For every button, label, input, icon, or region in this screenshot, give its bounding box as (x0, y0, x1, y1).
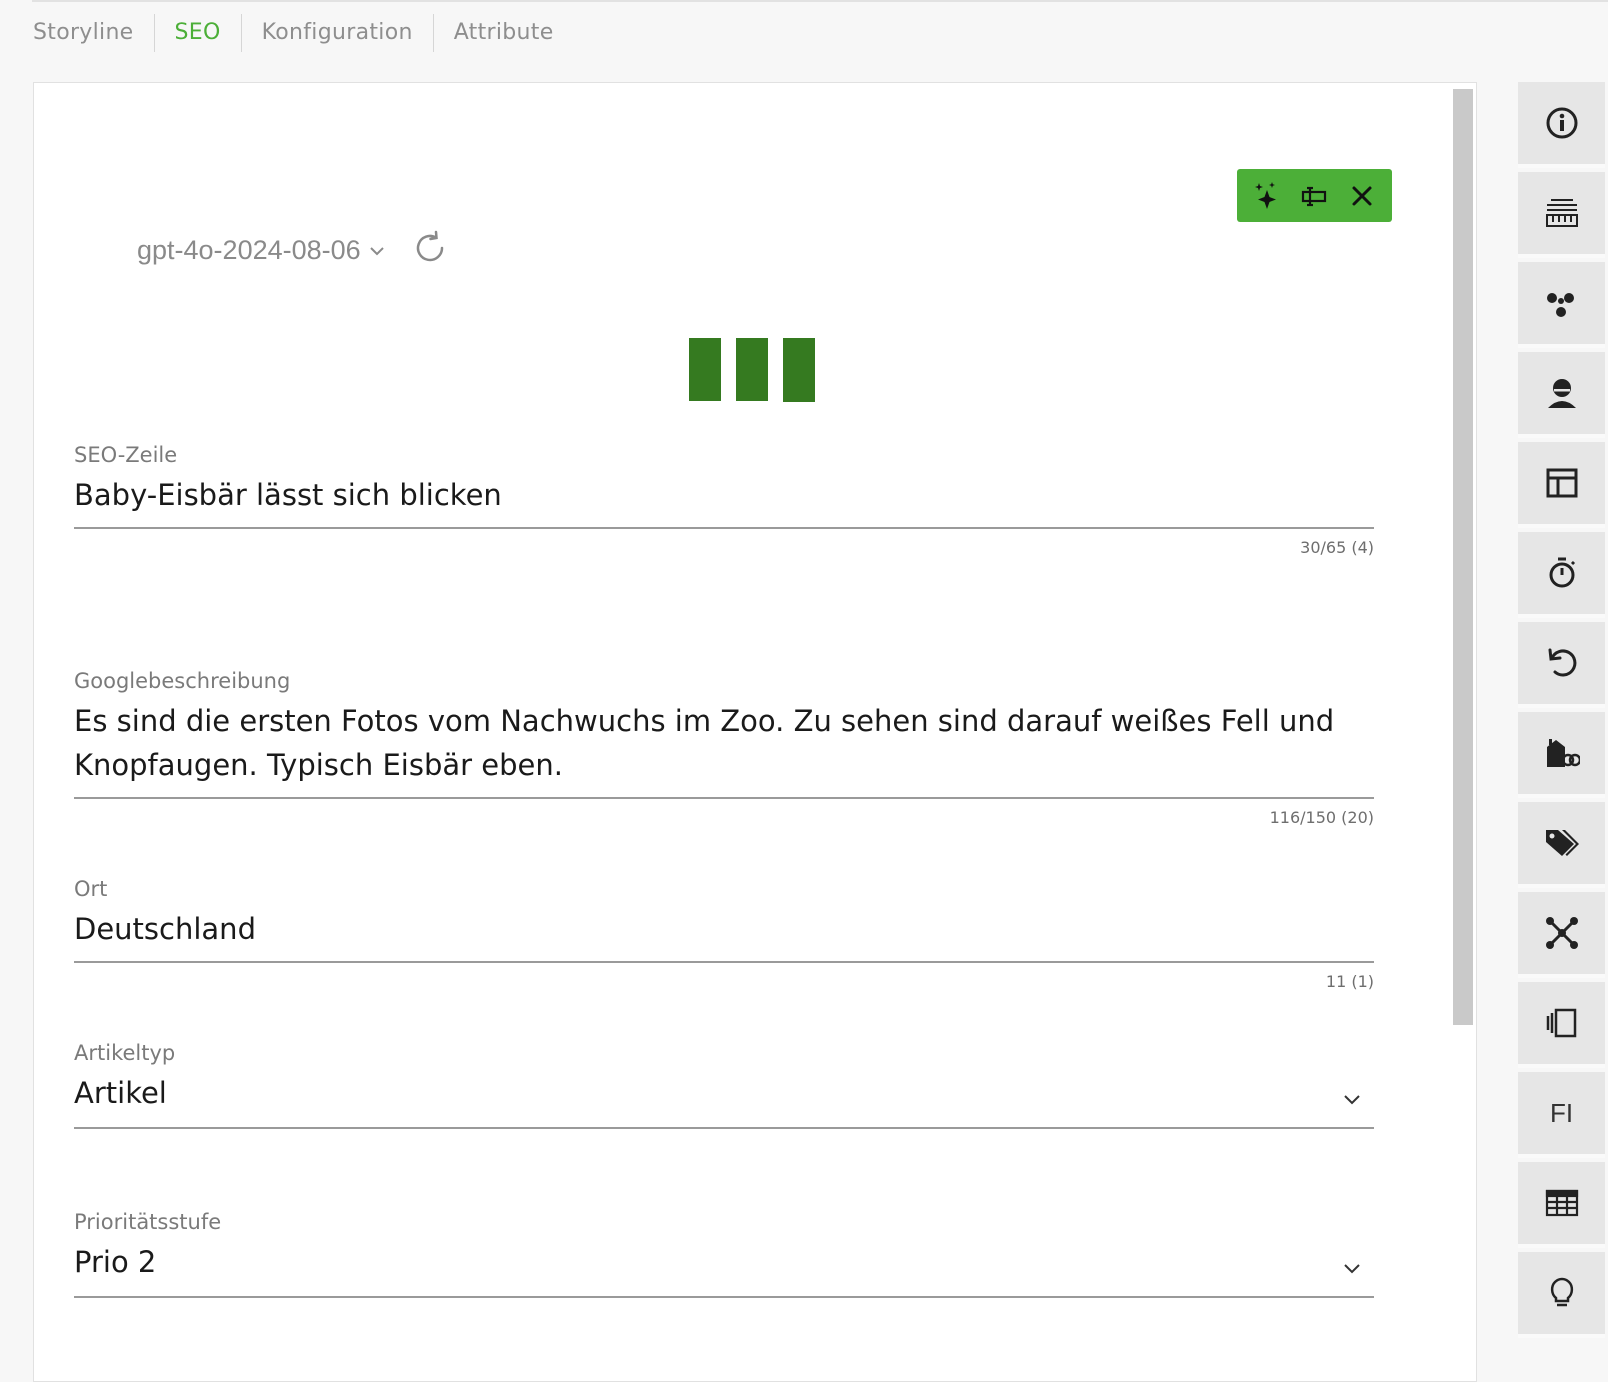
chevron-down-icon (1344, 1095, 1360, 1105)
info-icon (1546, 107, 1577, 139)
field-underline (74, 1127, 1374, 1129)
refresh-icon[interactable] (412, 230, 448, 266)
user-button[interactable] (1518, 352, 1605, 438)
article-type-select[interactable]: Artikeltyp Artikel (74, 1041, 1374, 1129)
article-type-value: Artikel (74, 1076, 167, 1110)
priority-value: Prio 2 (74, 1245, 157, 1279)
location-label: Ort (74, 877, 108, 901)
loader-bar (783, 338, 815, 402)
field-underline (74, 527, 1374, 529)
tab-seo[interactable]: SEO (155, 14, 241, 52)
tags-icon (1545, 830, 1579, 856)
keyboard-button[interactable] (1518, 172, 1605, 258)
table-icon (1545, 1189, 1578, 1217)
network-button[interactable] (1518, 892, 1605, 978)
close-icon[interactable] (1344, 178, 1380, 214)
location-counter: 11 (1) (1325, 972, 1374, 991)
model-select[interactable]: gpt-4o-2024-08-06 (137, 235, 385, 266)
keyboard-icon (1545, 199, 1578, 227)
seo-line-input[interactable]: Baby-Eisbär lässt sich blicken (74, 473, 1374, 517)
top-border (32, 0, 1608, 2)
bulb-button[interactable] (1518, 1252, 1605, 1338)
tab-konfiguration[interactable]: Konfiguration (242, 14, 433, 52)
network-icon (1545, 917, 1578, 949)
loader-bar (689, 338, 721, 401)
chevron-down-icon (369, 245, 385, 257)
pages-icon (1546, 1008, 1576, 1038)
google-description-field: Googlebeschreibung Es sind die ersten Fo… (74, 669, 1374, 827)
location-input[interactable]: Deutschland (74, 907, 1374, 951)
house-link-icon (1546, 739, 1580, 767)
loader-bar (736, 338, 768, 401)
undo-button[interactable] (1518, 622, 1605, 708)
fi-label: FI (1549, 1097, 1574, 1128)
ai-toolbar (1237, 169, 1392, 222)
tab-attribute[interactable]: Attribute (434, 14, 574, 52)
table-button[interactable] (1518, 1162, 1605, 1248)
loading-indicator (689, 338, 830, 402)
google-description-label: Googlebeschreibung (74, 669, 291, 693)
priority-label: Prioritätsstufe (74, 1210, 222, 1234)
house-link-button[interactable] (1518, 712, 1605, 798)
seo-line-field: SEO-Zeile Baby-Eisbär lässt sich blicken… (74, 443, 1374, 557)
chevron-down-icon (1344, 1264, 1360, 1274)
tab-storyline[interactable]: Storyline (33, 14, 154, 52)
info-button[interactable] (1518, 82, 1605, 168)
right-sidebar: FI (1518, 82, 1608, 1382)
priority-select[interactable]: Prioritätsstufe Prio 2 (74, 1210, 1374, 1298)
timer-icon (1549, 557, 1575, 588)
timer-button[interactable] (1518, 532, 1605, 618)
seo-panel: gpt-4o-2024-08-06 SEO-Zeile Baby-Eisbär … (33, 82, 1477, 1382)
model-name: gpt-4o-2024-08-06 (137, 235, 361, 265)
scrollbar[interactable] (1453, 89, 1473, 1025)
location-field: Ort Deutschland 11 (1) (74, 877, 1374, 991)
field-underline (74, 1296, 1374, 1298)
article-type-label: Artikeltyp (74, 1041, 176, 1065)
seo-line-counter: 30/65 (4) (1300, 538, 1374, 557)
tag-input-icon[interactable] (1296, 178, 1332, 214)
field-underline (74, 961, 1374, 963)
google-description-input[interactable]: Es sind die ersten Fotos vom Nachwuchs i… (74, 699, 1374, 787)
google-description-counter: 116/150 (20) (1269, 808, 1374, 827)
field-underline (74, 797, 1374, 799)
layout-button[interactable] (1518, 442, 1605, 528)
undo-icon (1548, 648, 1576, 677)
user-icon (1547, 379, 1576, 408)
fi-button[interactable]: FI (1518, 1072, 1605, 1158)
tab-bar: Storyline SEO Konfiguration Attribute (33, 14, 574, 52)
share-button[interactable] (1518, 262, 1605, 348)
tags-button[interactable] (1518, 802, 1605, 888)
bulb-icon (1550, 1277, 1573, 1307)
layout-icon (1546, 468, 1577, 498)
seo-line-label: SEO-Zeile (74, 443, 178, 467)
pages-button[interactable] (1518, 982, 1605, 1068)
share-icon (1546, 293, 1574, 317)
sparkles-icon[interactable] (1249, 178, 1285, 214)
